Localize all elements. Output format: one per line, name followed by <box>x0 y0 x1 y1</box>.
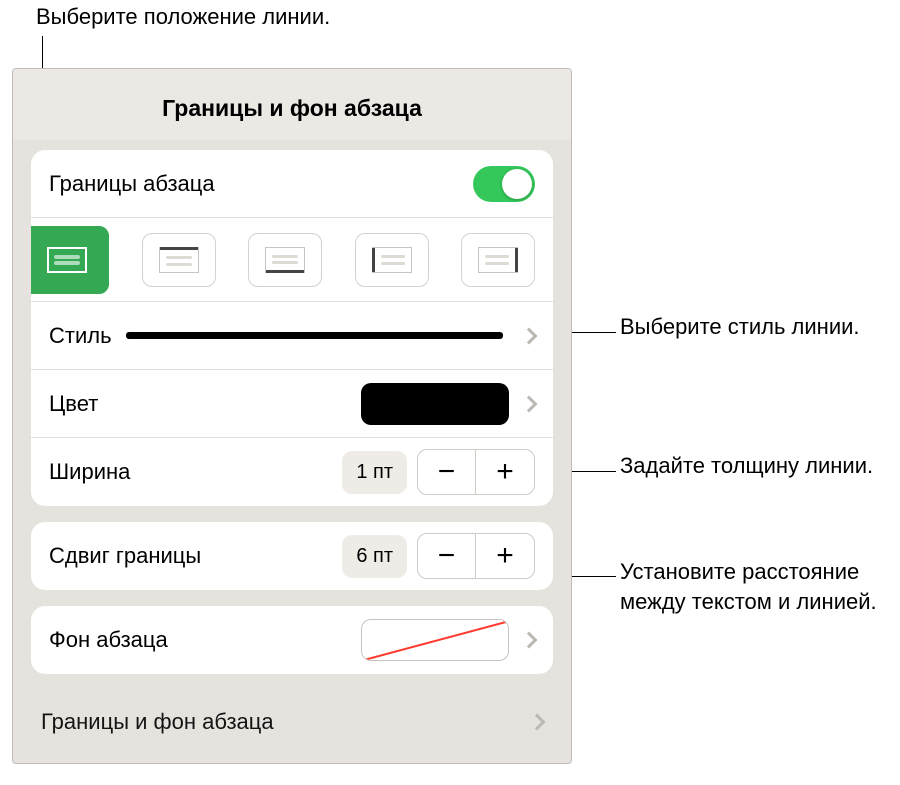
style-label: Стиль <box>49 323 112 349</box>
borders-section: Границы абзаца <box>31 150 553 506</box>
callout-offset: Установите расстояние между текстом и ли… <box>620 557 880 616</box>
border-position-row <box>31 218 553 302</box>
borders-background-panel: Границы и фон абзаца Границы абзаца <box>12 68 572 764</box>
width-increase-button[interactable]: + <box>476 450 534 494</box>
width-value[interactable]: 1 пт <box>342 451 407 494</box>
width-row: Ширина 1 пт − + <box>31 438 553 506</box>
offset-value[interactable]: 6 пт <box>342 535 407 578</box>
chevron-right-icon <box>521 395 538 412</box>
callout-width: Задайте толщину линии. <box>620 451 880 481</box>
paragraph-borders-toggle[interactable] <box>473 166 535 202</box>
border-position-left[interactable] <box>355 233 429 287</box>
paragraph-borders-label: Границы абзаца <box>49 171 215 197</box>
callout-line-position: Выберите положение линии. <box>36 2 330 32</box>
footer-breadcrumb-label: Границы и фон абзаца <box>41 709 274 735</box>
callout-style: Выберите стиль линии. <box>620 312 880 342</box>
chevron-right-icon <box>521 327 538 344</box>
offset-stepper: − + <box>417 533 535 579</box>
width-stepper: − + <box>417 449 535 495</box>
color-row[interactable]: Цвет <box>31 370 553 438</box>
offset-increase-button[interactable]: + <box>476 534 534 578</box>
chevron-right-icon <box>521 632 538 649</box>
border-position-right[interactable] <box>461 233 535 287</box>
color-label: Цвет <box>49 391 98 417</box>
color-swatch <box>361 383 509 425</box>
border-position-box[interactable] <box>31 226 109 294</box>
style-row[interactable]: Стиль <box>31 302 553 370</box>
border-position-top[interactable] <box>142 233 216 287</box>
border-position-bottom[interactable] <box>248 233 322 287</box>
width-label: Ширина <box>49 459 130 485</box>
fill-swatch-none <box>361 619 509 661</box>
width-decrease-button[interactable]: − <box>418 450 476 494</box>
chevron-right-icon <box>529 714 546 731</box>
paragraph-borders-row: Границы абзаца <box>31 150 553 218</box>
panel-title: Границы и фон абзаца <box>13 69 571 140</box>
fill-row[interactable]: Фон абзаца <box>31 606 553 674</box>
offset-label: Сдвиг границы <box>49 543 201 569</box>
offset-row: Сдвиг границы 6 пт − + <box>31 522 553 590</box>
fill-label: Фон абзаца <box>49 627 168 653</box>
offset-decrease-button[interactable]: − <box>418 534 476 578</box>
style-preview <box>126 332 503 339</box>
footer-breadcrumb-row[interactable]: Границы и фон абзаца <box>13 690 571 754</box>
fill-section: Фон абзаца <box>31 606 553 674</box>
offset-section: Сдвиг границы 6 пт − + <box>31 522 553 590</box>
